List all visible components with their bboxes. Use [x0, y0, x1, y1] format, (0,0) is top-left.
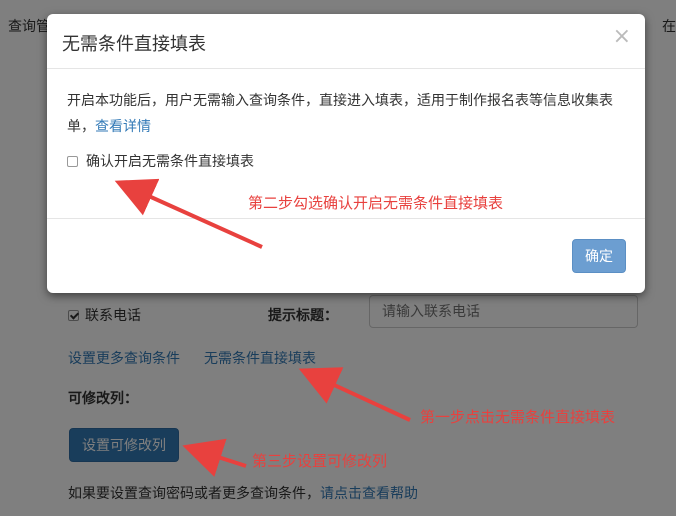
direct-fill-modal: 无需条件直接填表 × 开启本功能后，用户无需输入查询条件，直接进入填表，适用于制… [47, 14, 645, 293]
step2-annotation: 第二步勾选确认开启无需条件直接填表 [248, 194, 504, 212]
confirm-enable-checkbox[interactable] [67, 155, 78, 167]
view-details-link[interactable]: 查看详情 [95, 119, 151, 135]
modal-footer: 确定 [47, 218, 645, 294]
confirm-enable-label: 确认开启无需条件直接填表 [86, 154, 254, 170]
close-icon[interactable]: × [613, 26, 631, 48]
ok-button[interactable]: 确定 [572, 239, 626, 273]
modal-header: 无需条件直接填表 × [47, 14, 645, 69]
confirm-enable-row[interactable]: 确认开启无需条件直接填表 [67, 151, 254, 171]
step1-annotation: 第一步点击无需条件直接填表 [420, 408, 616, 426]
step3-annotation: 第三步设置可修改列 [252, 452, 388, 470]
modal-title: 无需条件直接填表 [62, 34, 206, 55]
modal-body: 开启本功能后，用户无需输入查询条件，直接进入填表，适用于制作报名表等信息收集表单… [67, 88, 627, 140]
